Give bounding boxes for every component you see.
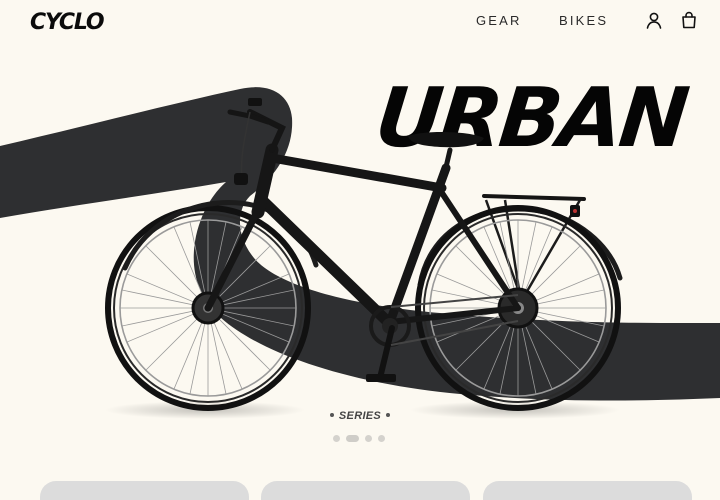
series-text: SERIES — [338, 410, 382, 422]
bullet-dot-right — [386, 413, 391, 418]
product-card-1[interactable] — [40, 481, 249, 500]
pager-dot-4[interactable] — [378, 434, 385, 442]
bicycle-image — [105, 98, 623, 419]
carousel-pager — [333, 434, 385, 442]
pager-dot-1[interactable] — [333, 434, 340, 442]
pager-dot-3[interactable] — [365, 434, 372, 442]
bullet-dot-left — [329, 413, 334, 418]
series-label: SERIES — [0, 410, 720, 422]
pager-dot-2-active[interactable] — [346, 434, 359, 442]
product-card-3[interactable] — [483, 481, 692, 500]
product-card-2[interactable] — [261, 481, 470, 500]
